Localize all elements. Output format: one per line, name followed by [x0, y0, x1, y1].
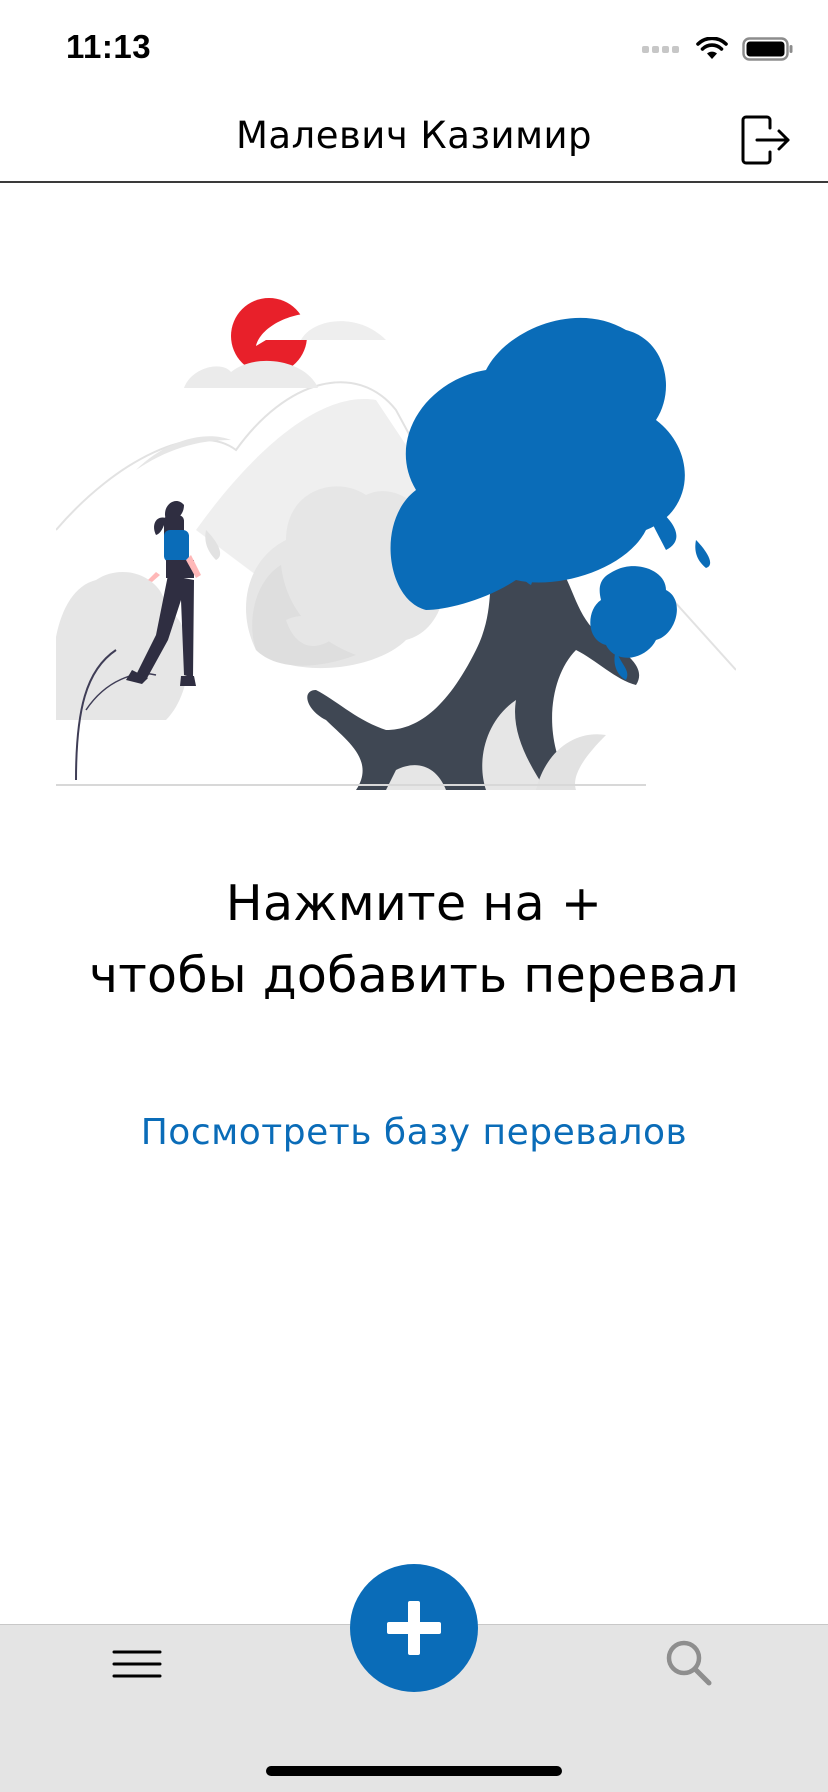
battery-icon	[742, 37, 793, 61]
empty-state-message: Нажмите на + чтобы добавить перевал	[0, 868, 828, 1012]
cellular-signal-icon	[642, 46, 679, 53]
status-bar: 11:13	[0, 0, 828, 92]
home-indicator	[266, 1766, 562, 1776]
status-time: 11:13	[66, 28, 152, 65]
search-button[interactable]	[664, 1638, 714, 1688]
plus-icon	[387, 1601, 441, 1655]
sun-and-clouds	[184, 298, 386, 388]
navigation-bar: Малевич Казимир	[0, 92, 828, 183]
menu-button[interactable]	[112, 1646, 162, 1682]
search-icon	[666, 1640, 712, 1686]
empty-state-line-1: Нажмите на +	[225, 875, 603, 932]
empty-state-line-2: чтобы добавить перевал	[88, 947, 740, 1004]
hiker-illustration	[56, 298, 736, 790]
view-passes-database-link[interactable]: Посмотреть базу перевалов	[0, 1112, 828, 1153]
add-pass-button[interactable]	[350, 1564, 478, 1692]
hamburger-menu-icon	[112, 1650, 162, 1678]
logout-button[interactable]	[740, 114, 792, 166]
logout-icon	[741, 115, 790, 165]
status-icons	[642, 34, 794, 64]
page-title: Малевич Казимир	[235, 114, 593, 157]
wifi-icon	[696, 37, 728, 59]
